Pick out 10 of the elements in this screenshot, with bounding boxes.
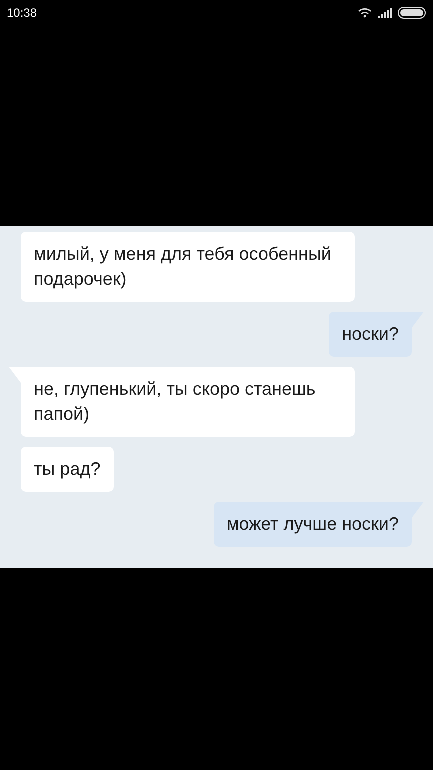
status-time: 10:38 — [7, 5, 38, 22]
message-bubble: милый, у меня для тебя особенный подарочек) — [21, 232, 355, 302]
signal-icon — [378, 8, 392, 18]
battery-icon — [398, 7, 426, 19]
message-bubble: не, глупенький, ты скоро станешь папой) — [21, 367, 355, 437]
message-bubble: носки? — [329, 312, 412, 357]
wifi-icon — [358, 8, 372, 18]
message-bubble: ты рад? — [21, 447, 114, 492]
message-bubble: может лучше носки? — [214, 502, 412, 547]
bubble-tail — [9, 367, 21, 383]
